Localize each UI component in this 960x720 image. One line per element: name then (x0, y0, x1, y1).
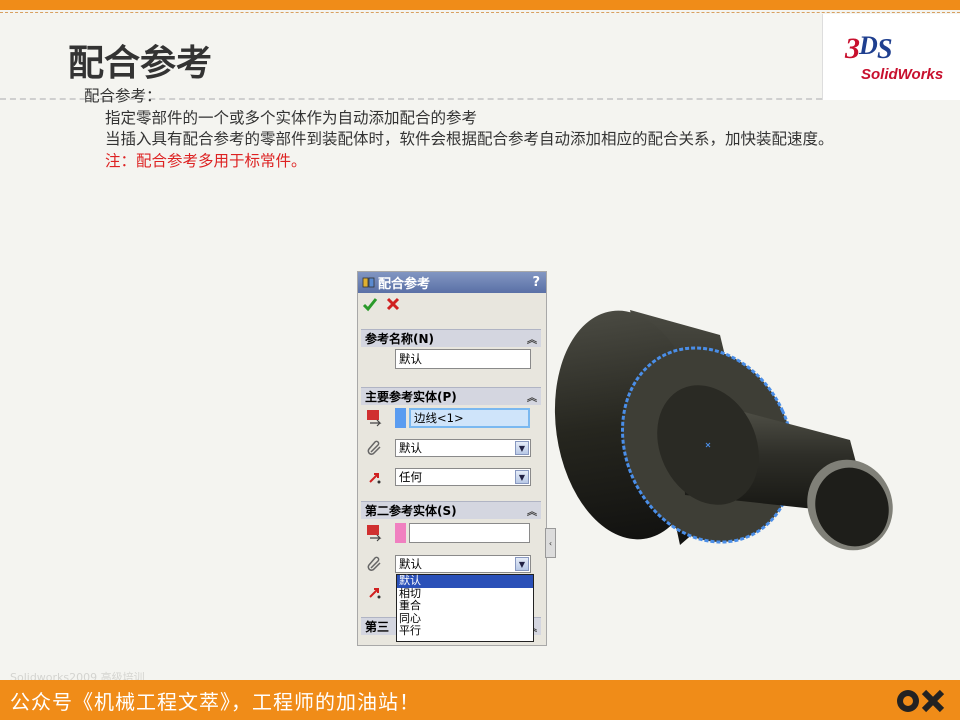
panel-titlebar: 配合参考 ? (358, 272, 546, 293)
secondary-mate-type-row: 默认 ▼ (365, 554, 531, 574)
primary-mate-type-row: 默认 ▼ (365, 438, 531, 458)
paperclip-icon (365, 554, 385, 574)
logo-wordmark: SolidWorks (861, 66, 944, 83)
alignment-icon (365, 467, 385, 487)
mate-reference-icon (362, 277, 375, 288)
secondary-entity-input[interactable] (409, 523, 530, 543)
entity-select-icon (365, 523, 385, 543)
svg-text:S: S (877, 34, 893, 65)
secondary-color-swatch (395, 523, 406, 543)
entity-select-icon (365, 408, 385, 428)
top-accent-bar (0, 0, 960, 10)
body-line-1: 指定零部件的一个或多个实体作为自动添加配合的参考 (105, 108, 478, 127)
chevron-down-icon[interactable]: ▼ (515, 441, 529, 455)
primary-entity-row: 边线<1> (365, 408, 530, 428)
primary-mate-type-select[interactable]: 默认 ▼ (395, 439, 531, 457)
ref-name-label: 参考名称(N) (365, 332, 435, 346)
cross-icon[interactable] (386, 297, 400, 311)
panel-title: 配合参考 (378, 277, 431, 292)
alignment-icon (365, 582, 385, 602)
primary-entity-section: 主要参考实体(P) ︽ (361, 387, 541, 405)
primary-entity-header[interactable]: 主要参考实体(P) ︽ (361, 387, 541, 405)
chevron-down-icon[interactable]: ▼ (515, 470, 529, 484)
body-line-2: 当插入具有配合参考的零部件到装配体时，软件会根据配合参考自动添加相应的配合关系，… (105, 130, 834, 148)
mate-type-dropdown-list: 默认 相切 重合 同心 平行 (396, 574, 534, 642)
dropdown-option[interactable]: 平行 (397, 625, 533, 638)
paperclip-icon (365, 438, 385, 458)
third-entity-label: 第三 (365, 620, 390, 634)
body-heading: 配合参考： (84, 87, 162, 105)
chevron-down-icon[interactable]: ▼ (515, 557, 529, 571)
body-note: 注：配合参考多用于标常件。 (105, 151, 307, 170)
footer-text: 公众号《机械工程文萃》，工程师的加油站！ (10, 690, 420, 714)
primary-entity-input[interactable]: 边线<1> (409, 408, 530, 428)
secondary-entity-label: 第二参考实体(S) (365, 504, 457, 518)
secondary-entity-row (365, 523, 530, 543)
primary-alignment-value: 任何 (399, 470, 422, 484)
ref-name-row: 默认 (395, 349, 531, 369)
dropdown-option[interactable]: 默认 (397, 574, 533, 588)
top-divider (0, 12, 960, 13)
footer-bar: 公众号《机械工程文萃》，工程师的加油站！ (0, 680, 960, 720)
svg-text:3: 3 (844, 32, 860, 65)
panel-action-row (358, 293, 546, 315)
secondary-entity-section: 第二参考实体(S) ︽ (361, 501, 541, 519)
collapse-icon[interactable]: ︽ (527, 389, 537, 404)
help-button[interactable]: ? (532, 275, 540, 290)
ref-name-input[interactable]: 默认 (395, 349, 531, 369)
svg-text:D: D (858, 31, 878, 60)
primary-alignment-row: 任何 ▼ (365, 467, 531, 487)
secondary-entity-header[interactable]: 第二参考实体(S) ︽ (361, 501, 541, 519)
secondary-mate-type-select[interactable]: 默认 ▼ (395, 555, 531, 573)
ref-name-section: 参考名称(N) ︽ (361, 329, 541, 347)
part-3d-view (554, 310, 893, 551)
primary-color-swatch (395, 408, 406, 428)
slide-body: 配合参考： 指定零部件的一个或多个实体作为自动添加配合的参考 当插入具有配合参考… (84, 86, 914, 172)
secondary-alignment-row (365, 582, 385, 602)
ref-name-header[interactable]: 参考名称(N) ︽ (361, 329, 541, 347)
collapse-icon[interactable]: ︽ (527, 331, 537, 346)
checkmark-icon[interactable] (362, 296, 378, 312)
dropdown-option[interactable]: 重合 (397, 600, 533, 613)
primary-mate-type-value: 默认 (399, 441, 422, 455)
secondary-mate-type-value: 默认 (399, 557, 422, 571)
primary-alignment-select[interactable]: 任何 ▼ (395, 468, 531, 486)
primary-entity-label: 主要参考实体(P) (365, 390, 457, 404)
brand-mark-icon (897, 689, 945, 713)
slide-title: 配合参考 (68, 43, 213, 84)
ds-logo-icon: 3 D S (844, 31, 893, 65)
collapse-icon[interactable]: ︽ (527, 503, 537, 518)
